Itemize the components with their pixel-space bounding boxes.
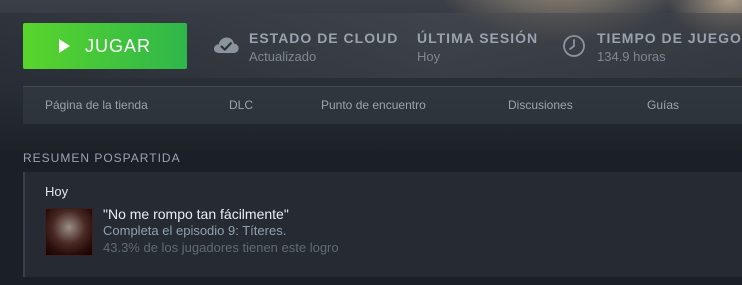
cloud-check-icon: [213, 37, 239, 53]
cloud-status: ESTADO DE CLOUD Actualizado: [249, 30, 398, 64]
cloud-status-value: Actualizado: [249, 49, 317, 64]
clock-icon: [563, 35, 585, 57]
last-session-title: ÚLTIMA SESIÓN: [417, 30, 539, 46]
tab-dlc[interactable]: DLC: [229, 98, 253, 112]
tab-store-page[interactable]: Página de la tienda: [45, 98, 148, 112]
cloud-status-title: ESTADO DE CLOUD: [249, 30, 399, 46]
summary-day: Hoy: [45, 184, 69, 199]
tab-discussions[interactable]: Discusiones: [508, 98, 573, 112]
achievement-title[interactable]: "No me rompo tan fácilmente": [103, 206, 289, 222]
play-icon: [58, 39, 70, 53]
achievement-description: Completa el episodio 9: Títeres.: [103, 223, 287, 238]
play-button[interactable]: JUGAR: [23, 23, 187, 69]
playtime-title: TIEMPO DE JUEGO: [597, 30, 742, 46]
playtime-value: 134.9 horas: [597, 49, 666, 64]
play-button-label: JUGAR: [84, 35, 151, 56]
game-nav-tabs: Página de la tienda DLC Punto de encuent…: [23, 86, 742, 124]
tab-community-hub[interactable]: Punto de encuentro: [321, 98, 426, 112]
post-game-summary-panel: Hoy "No me rompo tan fácilmente" Complet…: [23, 172, 742, 277]
playtime: TIEMPO DE JUEGO 134.9 horas: [597, 30, 742, 64]
last-session-value: Hoy: [417, 49, 441, 64]
achievement-unlock-percent: 43.3% de los jugadores tienen este logro: [103, 240, 339, 255]
last-session: ÚLTIMA SESIÓN Hoy: [417, 30, 538, 64]
post-game-summary-title: RESUMEN POSPARTIDA: [23, 151, 181, 165]
tab-guides[interactable]: Guías: [647, 98, 679, 112]
achievement-icon[interactable]: [45, 208, 93, 256]
